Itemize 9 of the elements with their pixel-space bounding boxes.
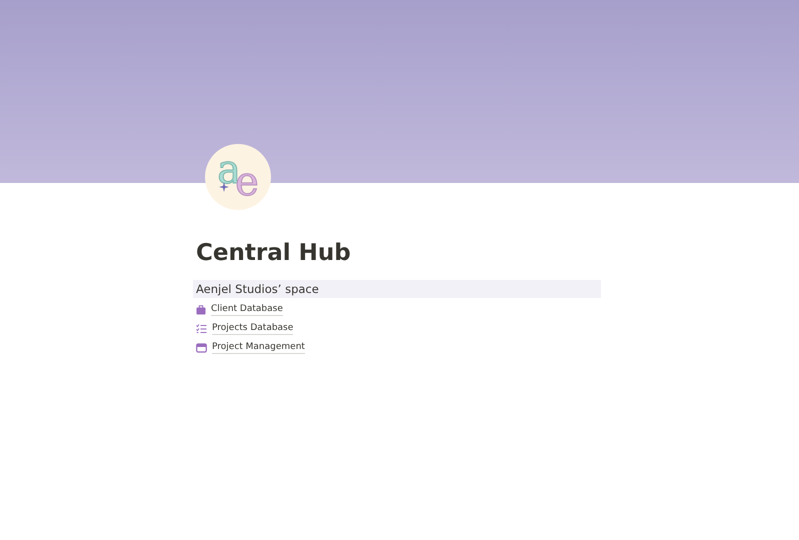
checklist-icon	[196, 324, 207, 334]
page-link[interactable]: Project Management	[212, 341, 305, 354]
page-title: Central Hub	[196, 239, 352, 268]
page-icon: ae	[205, 144, 271, 210]
page-link[interactable]: Client Database	[211, 303, 283, 316]
page-link[interactable]: Projects Database	[212, 322, 294, 335]
section-heading: Aenjel Studios’ space	[193, 280, 601, 298]
window-icon	[196, 342, 207, 352]
briefcase-icon	[196, 304, 206, 314]
